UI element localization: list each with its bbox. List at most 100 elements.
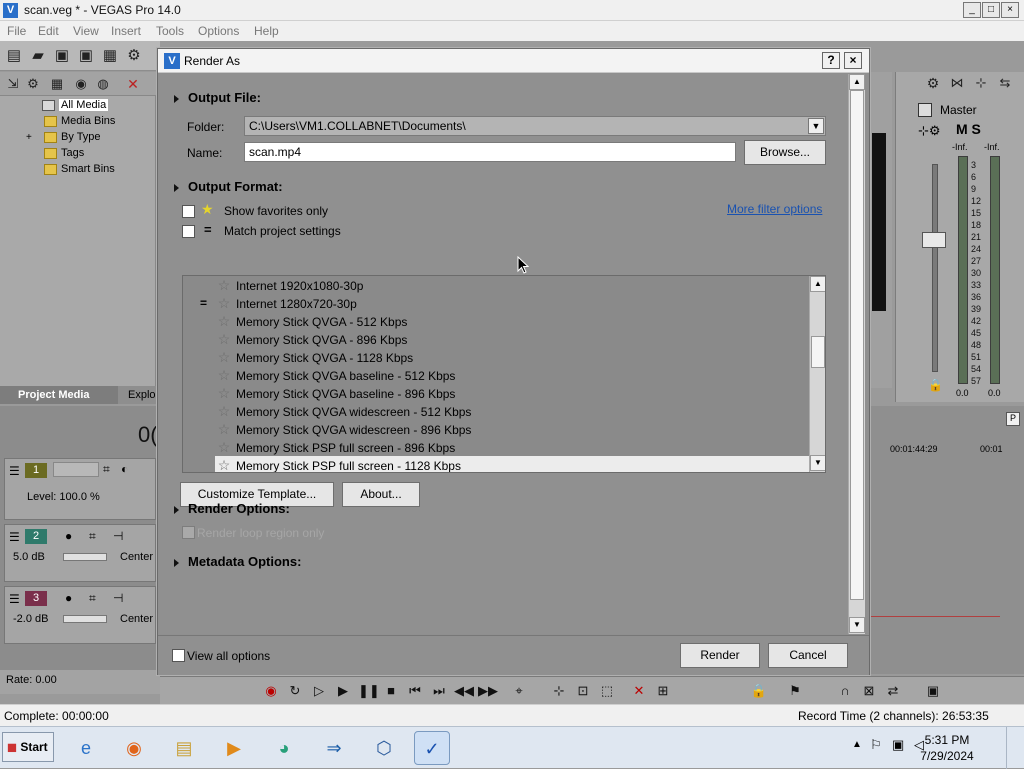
browse-button[interactable]: Browse... xyxy=(744,140,826,165)
track-menu-icon[interactable]: ☰ xyxy=(9,592,20,606)
name-input[interactable]: scan.mp4 xyxy=(244,142,736,162)
tray-expand-icon[interactable]: ▲ xyxy=(852,739,862,750)
internet-explorer-icon[interactable]: e xyxy=(68,731,104,765)
track-fx-icon[interactable]: ⌗ xyxy=(89,591,96,606)
lock-icon[interactable]: 🔒 xyxy=(928,378,943,392)
dropdown-arrow-icon[interactable]: ▼ xyxy=(808,118,824,134)
track-1[interactable]: ☰ 1 ⌗ ◐ Level: 100.0 % xyxy=(4,458,156,520)
more-filter-options-link[interactable]: More filter options xyxy=(727,202,822,216)
tree-item-all-media[interactable]: All Media xyxy=(42,99,109,115)
menu-edit[interactable]: Edit xyxy=(38,24,59,38)
list-item[interactable]: ☆ Memory Stick PSP full screen - 896 Kbps xyxy=(215,438,809,456)
render-options-heading[interactable]: Render Options: xyxy=(174,501,290,516)
favorite-star-outline-icon[interactable]: ☆ xyxy=(215,456,233,472)
mixer-settings-icon[interactable]: ⊹ xyxy=(972,74,990,92)
list-item[interactable]: ☆ Memory Stick QVGA widescreen - 512 Kbps xyxy=(215,402,809,420)
record-icon[interactable]: ◉ xyxy=(262,682,280,700)
help-button[interactable]: ? xyxy=(822,52,840,69)
scroll-thumb[interactable] xyxy=(850,90,864,600)
mixer-route-icon[interactable]: ⋈ xyxy=(948,74,966,92)
track-menu-icon[interactable]: ☰ xyxy=(9,530,20,544)
marker-icon[interactable]: P xyxy=(1006,412,1020,426)
favorite-star-outline-icon[interactable]: ☆ xyxy=(215,312,233,330)
tree-item-smart-bins[interactable]: Smart Bins xyxy=(44,163,115,179)
vegas-taskbar-icon[interactable]: ✓ xyxy=(414,731,450,765)
ripple-edit-icon[interactable]: ⇄ xyxy=(884,682,902,700)
delete-icon[interactable]: ✕ xyxy=(630,682,648,700)
expand-icon[interactable]: + xyxy=(26,132,38,143)
record-arm-icon[interactable]: ● xyxy=(65,529,72,543)
scroll-thumb[interactable] xyxy=(811,336,825,368)
save-icon[interactable]: ▣ xyxy=(53,47,71,65)
list-item[interactable]: ☆ Memory Stick QVGA - 896 Kbps xyxy=(215,330,809,348)
properties-gear-icon[interactable]: ⚙ xyxy=(125,47,143,65)
insert-fx-icon[interactable]: ⊹⚙ xyxy=(918,123,941,139)
virtualbox-icon[interactable]: ⬡ xyxy=(366,731,402,765)
start-button[interactable]: ◼ Start xyxy=(2,732,54,762)
volume-slider[interactable] xyxy=(63,553,107,561)
open-project-icon[interactable]: ▰ xyxy=(29,47,47,65)
pause-icon[interactable]: ❚❚ xyxy=(358,682,380,700)
show-desktop-button[interactable] xyxy=(1006,727,1024,769)
marker-flag-icon[interactable]: ⚑ xyxy=(786,682,804,700)
output-format-heading[interactable]: Output Format: xyxy=(174,179,283,194)
action-center-flag-icon[interactable]: ⚐ xyxy=(870,737,882,753)
disc-icon[interactable]: ◉ xyxy=(72,75,90,93)
next-frame-icon[interactable]: ▶▶ xyxy=(478,682,498,700)
lock-envelopes-icon[interactable]: 🔒 xyxy=(750,682,768,700)
snapping-icon[interactable]: ∩ xyxy=(836,682,854,700)
scroll-up-icon[interactable]: ▲ xyxy=(849,74,865,90)
save-as-icon[interactable]: ▣ xyxy=(77,47,95,65)
view-all-options-checkbox[interactable] xyxy=(172,649,185,662)
metadata-options-heading[interactable]: Metadata Options: xyxy=(174,554,301,569)
favorite-star-outline-icon[interactable]: ☆ xyxy=(215,366,233,384)
list-item[interactable]: ☆ Memory Stick QVGA - 512 Kbps xyxy=(215,312,809,330)
track-compositing-icon[interactable]: ◐ xyxy=(121,462,128,476)
menu-insert[interactable]: Insert xyxy=(111,24,141,38)
selection-tool-icon[interactable]: ⬚ xyxy=(598,682,616,700)
prev-frame-icon[interactable]: ◀◀ xyxy=(454,682,474,700)
favorite-star-outline-icon[interactable]: ☆ xyxy=(215,330,233,348)
new-project-icon[interactable]: ▤ xyxy=(5,47,23,65)
menu-options[interactable]: Options xyxy=(198,24,239,38)
tab-project-media[interactable]: Project Media xyxy=(0,386,118,404)
list-item[interactable]: ☆ Memory Stick QVGA baseline - 512 Kbps xyxy=(215,366,809,384)
favorite-star-outline-icon[interactable]: ☆ xyxy=(215,402,233,420)
list-item-selected[interactable]: ☆ Memory Stick PSP full screen - 1128 Kbp… xyxy=(215,456,809,472)
favorite-star-outline-icon[interactable]: ☆ xyxy=(215,420,233,438)
show-favorites-checkbox[interactable] xyxy=(182,205,195,218)
volume-slider[interactable] xyxy=(63,615,107,623)
track-menu-icon[interactable]: ☰ xyxy=(9,464,20,478)
tab-explorer[interactable]: Explo xyxy=(124,386,160,404)
render-loop-region-checkbox[interactable] xyxy=(182,526,195,539)
favorite-star-outline-icon[interactable]: ☆ xyxy=(215,276,233,294)
list-item[interactable]: ☆ Internet 1920x1080-30p xyxy=(215,276,809,294)
go-to-end-icon[interactable]: ⏭ xyxy=(430,682,448,700)
remove-icon[interactable]: ✕ xyxy=(124,75,142,93)
scroll-down-icon[interactable]: ▼ xyxy=(810,455,825,471)
dialog-scrollbar[interactable]: ▲ ▼ xyxy=(848,74,865,634)
tree-item-media-bins[interactable]: Media Bins xyxy=(44,115,115,131)
trim-icon[interactable]: ⊞ xyxy=(654,682,672,700)
render-icon[interactable]: ▦ xyxy=(101,47,119,65)
folder-combobox[interactable]: C:\Users\VM1.COLLABNET\Documents\ ▼ xyxy=(244,116,826,136)
match-project-checkbox[interactable] xyxy=(182,225,195,238)
media-player-icon[interactable]: ▶ xyxy=(216,731,252,765)
system-clock[interactable]: 5:31 PM 7/29/2024 xyxy=(912,732,982,764)
import-media-icon[interactable]: ⇲ xyxy=(4,75,22,93)
go-to-start-icon[interactable]: ⏮ xyxy=(406,682,424,700)
record-arm-icon[interactable]: ● xyxy=(65,591,72,605)
play-icon[interactable]: ▶ xyxy=(334,682,352,700)
chat-app-icon[interactable]: ◕ xyxy=(266,731,302,765)
master-bus-icon[interactable] xyxy=(918,103,932,117)
template-list-scrollbar[interactable]: ▲ ▼ xyxy=(809,276,825,472)
stop-icon[interactable]: ■ xyxy=(382,682,400,700)
mute-solo-buttons[interactable]: M S xyxy=(956,121,981,137)
network-icon[interactable]: ▣ xyxy=(892,737,904,753)
favorite-star-outline-icon[interactable]: ☆ xyxy=(215,348,233,366)
loop-icon[interactable]: ↻ xyxy=(286,682,304,700)
template-list[interactable]: ☆ Internet 1920x1080-30p = ☆ Internet 1280x… xyxy=(182,275,826,473)
get-media-icon[interactable]: ▦ xyxy=(48,75,66,93)
globe-icon[interactable]: ◍ xyxy=(94,75,112,93)
remote-app-icon[interactable]: ⇒ xyxy=(316,731,352,765)
